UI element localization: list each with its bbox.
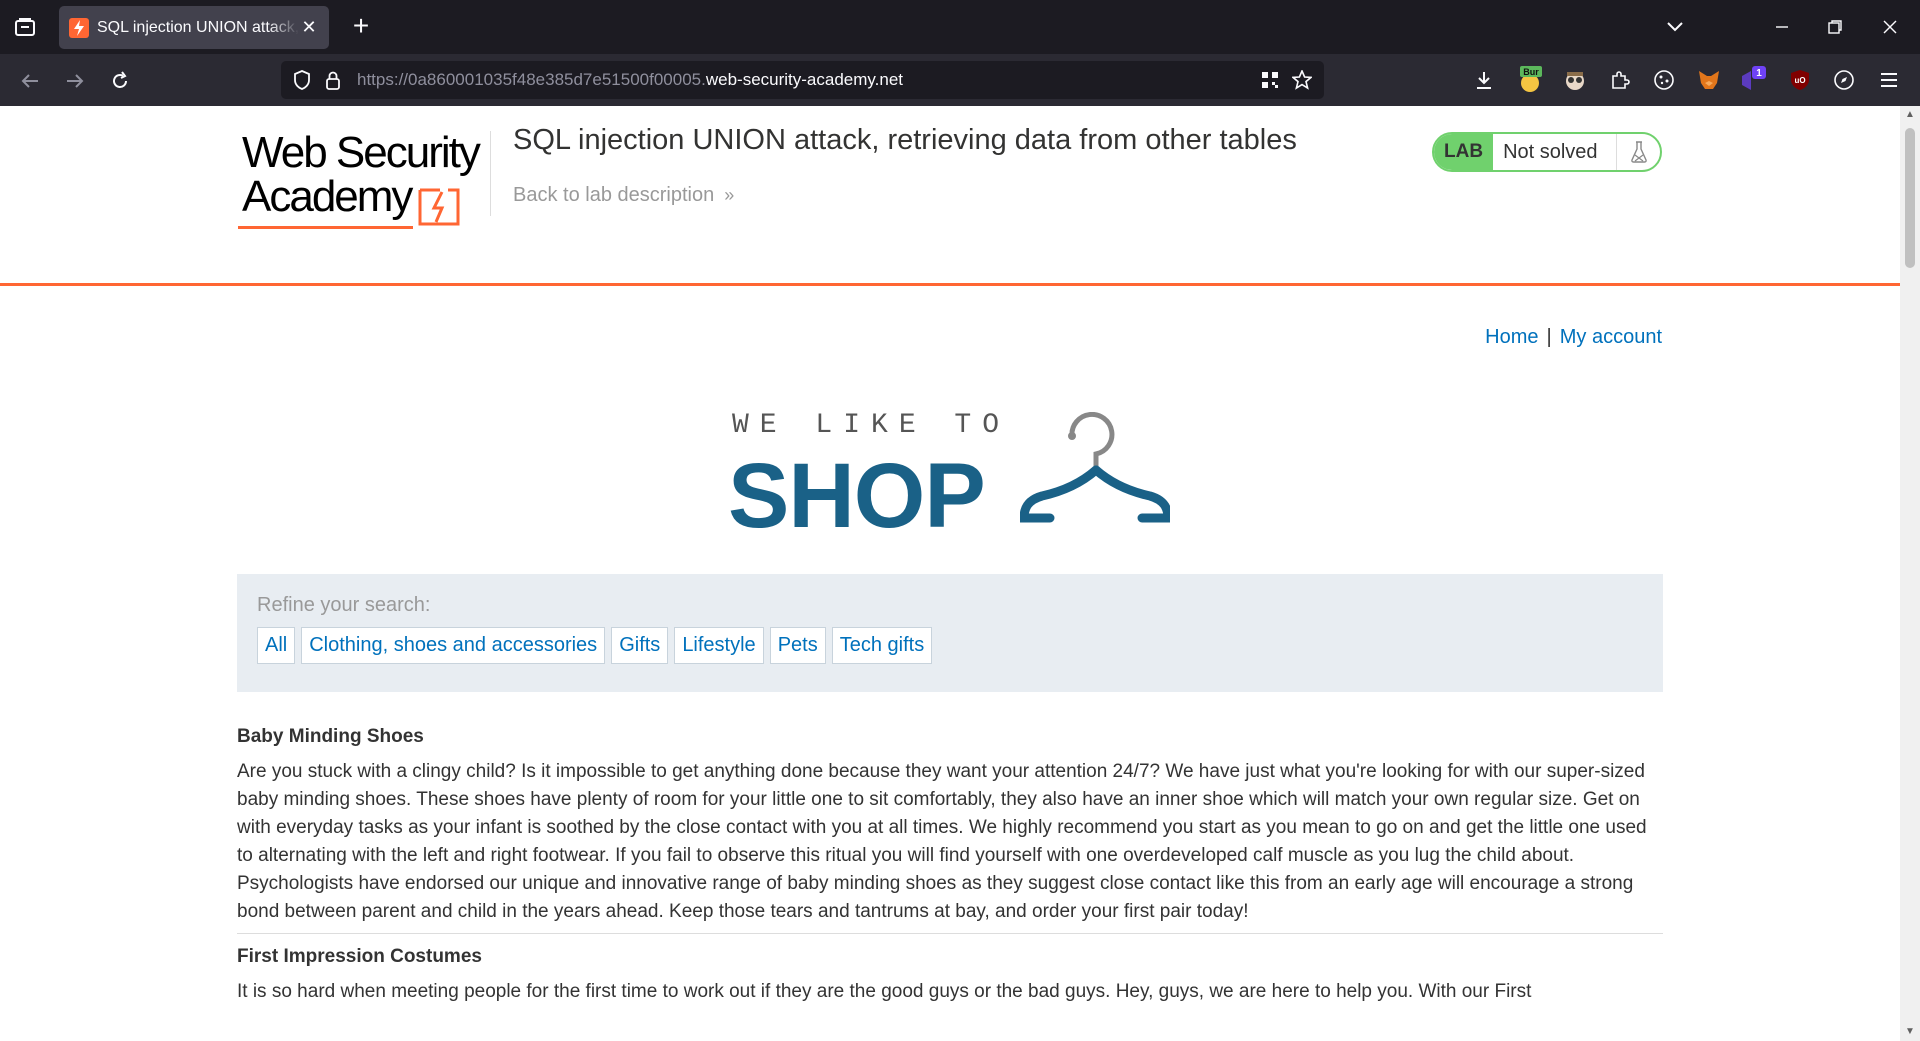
app-menu-hamburger-icon[interactable]: [1875, 66, 1903, 94]
shop-logo-tagline: WE LIKE TO: [732, 410, 1011, 441]
notification-count: 1: [1756, 68, 1762, 79]
active-tab[interactable]: SQL injection UNION attack, retrieving d…: [59, 6, 329, 49]
filter-pets[interactable]: Pets: [769, 627, 826, 664]
filter-list: All Clothing, shoes and accessories Gift…: [257, 627, 1643, 664]
my-account-link[interactable]: My account: [1560, 326, 1662, 348]
product-description: It is so hard when meeting people for th…: [237, 981, 1532, 1002]
scroll-up-arrow-icon[interactable]: ▲: [1900, 106, 1920, 124]
page-content: Web Security Academy SQL injection UNION…: [0, 106, 1900, 1041]
web-security-academy-logo[interactable]: Web Security Academy: [236, 126, 486, 236]
address-bar[interactable]: https://0a860001035f48e385d7e51500f00005…: [281, 61, 1324, 99]
lab-status-badge: LAB: [1434, 134, 1494, 170]
lab-status-widget: LAB Not solved: [1432, 132, 1662, 172]
filter-all[interactable]: All: [257, 627, 296, 664]
tab-bar: SQL injection UNION attack, retrieving d…: [0, 0, 1920, 54]
back-arrow-icon[interactable]: [14, 65, 46, 97]
back-to-lab-description-link[interactable]: Back to lab description »: [513, 184, 734, 207]
forward-arrow-icon[interactable]: [59, 65, 91, 97]
url-prefix: https://0a860001035f48e385d7e51500f00005…: [357, 70, 706, 89]
minimize-window-icon[interactable]: [1752, 0, 1812, 54]
academy-header: Web Security Academy SQL injection UNION…: [0, 106, 1900, 286]
tab-title: SQL injection UNION attack, retrieving d…: [97, 18, 299, 36]
logo-underline: [238, 226, 413, 229]
padlock-icon[interactable]: [322, 69, 344, 91]
product-item: Baby Minding Shoes Are you stuck with a …: [237, 726, 1663, 926]
vertical-scrollbar[interactable]: ▲ ▼: [1900, 106, 1920, 1041]
scroll-down-arrow-icon[interactable]: ▼: [1900, 1023, 1920, 1041]
restore-window-icon[interactable]: [1805, 0, 1865, 54]
burp-extension-icon[interactable]: Bur: [1516, 66, 1544, 94]
reload-icon[interactable]: [104, 65, 136, 97]
svg-text:uO: uO: [1794, 76, 1805, 85]
category-filter: Refine your search: All Clothing, shoes …: [237, 574, 1663, 692]
product-name: First Impression Costumes: [237, 946, 482, 967]
navigation-toolbar: https://0a860001035f48e385d7e51500f00005…: [0, 54, 1920, 106]
product-description: Are you stuck with a clingy child? Is it…: [237, 761, 1647, 922]
close-window-icon[interactable]: [1860, 0, 1920, 54]
lab-status-text: Not solved: [1503, 140, 1598, 163]
new-tab-icon[interactable]: +: [346, 12, 376, 42]
logo-bolt-icon: [418, 188, 460, 226]
tab-overflow-chevron-icon[interactable]: [1660, 15, 1690, 39]
lab-title: SQL injection UNION attack, retrieving d…: [513, 124, 1297, 156]
nav-separator: |: [1546, 326, 1552, 348]
compass-icon[interactable]: [1830, 66, 1858, 94]
flask-icon: [1616, 134, 1660, 170]
url-host: web-security-academy.net: [705, 70, 903, 89]
spy-extension-icon[interactable]: [1561, 66, 1589, 94]
logo-line-2: Academy: [242, 172, 413, 221]
filter-label: Refine your search:: [257, 594, 431, 616]
shop-logo-word: SHOP: [728, 445, 986, 547]
product-list: Baby Minding Shoes Are you stuck with a …: [237, 726, 1663, 1006]
logo-line-1: Web Security: [242, 128, 481, 177]
filter-gifts[interactable]: Gifts: [611, 627, 669, 664]
home-link[interactable]: Home: [1485, 326, 1538, 348]
qr-code-icon[interactable]: [1259, 69, 1281, 91]
metamask-fox-icon[interactable]: [1695, 66, 1723, 94]
back-link-label: Back to lab description: [513, 184, 715, 206]
url-text: https://0a860001035f48e385d7e51500f00005…: [357, 70, 903, 90]
bookmark-star-icon[interactable]: [1291, 69, 1313, 91]
header-divider: [490, 131, 491, 216]
close-tab-icon[interactable]: ✕: [299, 17, 319, 38]
clothes-hanger-icon: [1020, 412, 1170, 523]
filter-tech-gifts[interactable]: Tech gifts: [831, 627, 933, 664]
cookie-icon[interactable]: [1650, 66, 1678, 94]
filter-lifestyle[interactable]: Lifestyle: [674, 627, 764, 664]
double-chevron-right-icon: »: [724, 185, 735, 205]
product-item: First Impression Costumes It is so hard …: [237, 946, 1663, 1006]
top-navigation: Home | My account: [1485, 326, 1662, 349]
tracking-protection-shield-icon[interactable]: [291, 69, 313, 91]
scrollbar-thumb[interactable]: [1905, 128, 1915, 268]
product-name: Baby Minding Shoes: [237, 726, 424, 747]
we-like-to-shop-logo: WE LIKE TO SHOP: [720, 406, 1180, 547]
portswigger-favicon-icon: [69, 17, 89, 38]
filter-clothing[interactable]: Clothing, shoes and accessories: [301, 627, 606, 664]
burp-badge-text: Bur: [1523, 67, 1539, 77]
notification-extension-icon[interactable]: 1: [1739, 66, 1767, 94]
ublock-origin-icon[interactable]: uO: [1786, 66, 1814, 94]
tab-list-icon[interactable]: [12, 14, 38, 40]
extensions-puzzle-icon[interactable]: [1606, 66, 1634, 94]
downloads-icon[interactable]: [1470, 66, 1498, 94]
product-divider: [237, 933, 1663, 934]
